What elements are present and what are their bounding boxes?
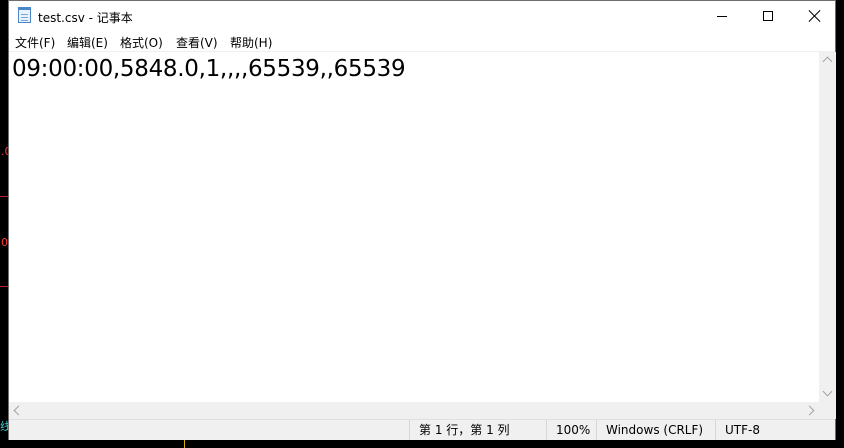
backdrop-line xyxy=(0,286,8,287)
maximize-button[interactable] xyxy=(745,1,791,31)
minimize-button[interactable] xyxy=(699,1,745,31)
menu-format[interactable]: 格式(O) xyxy=(120,34,163,51)
scroll-right-icon[interactable] xyxy=(804,405,815,416)
backdrop-line xyxy=(184,440,185,448)
notepad-window: test.csv - 记事本 文件(F) 编辑(E) 格式(O) 查看(V) 帮… xyxy=(8,0,836,440)
menu-edit[interactable]: 编辑(E) xyxy=(67,34,108,51)
scroll-left-icon[interactable] xyxy=(13,405,24,416)
close-button[interactable] xyxy=(791,1,837,31)
status-encoding: UTF-8 xyxy=(715,420,835,440)
status-zoom: 100% xyxy=(546,420,596,440)
horizontal-scrollbar[interactable] xyxy=(9,402,819,419)
notepad-app-icon xyxy=(18,7,31,23)
scrollbar-corner xyxy=(819,402,836,419)
menu-file[interactable]: 文件(F) xyxy=(15,34,55,51)
scroll-up-icon[interactable] xyxy=(822,56,833,67)
status-bar: 第 1 行，第 1 列 100% Windows (CRLF) UTF-8 xyxy=(9,419,835,440)
scroll-down-icon[interactable] xyxy=(822,386,833,397)
editor-content[interactable]: 09:00:00,5848.0,1,,,,65539,,65539 xyxy=(12,56,406,82)
menu-help[interactable]: 帮助(H) xyxy=(230,34,272,51)
backdrop-line xyxy=(0,196,8,197)
maximize-icon xyxy=(763,11,773,21)
backdrop-fragment: 0 xyxy=(1,236,8,249)
window-title: test.csv - 记事本 xyxy=(38,11,133,25)
vertical-scrollbar[interactable] xyxy=(819,52,836,402)
minimize-icon xyxy=(717,16,727,17)
title-bar[interactable]: test.csv - 记事本 xyxy=(9,1,835,31)
menu-bar: 文件(F) 编辑(E) 格式(O) 查看(V) 帮助(H) xyxy=(9,31,835,52)
status-cursor-position: 第 1 行，第 1 列 xyxy=(409,420,546,440)
close-icon xyxy=(808,9,822,23)
menu-view[interactable]: 查看(V) xyxy=(176,34,218,51)
status-line-ending: Windows (CRLF) xyxy=(596,420,715,440)
text-editor[interactable]: 09:00:00,5848.0,1,,,,65539,,65539 xyxy=(9,52,819,402)
